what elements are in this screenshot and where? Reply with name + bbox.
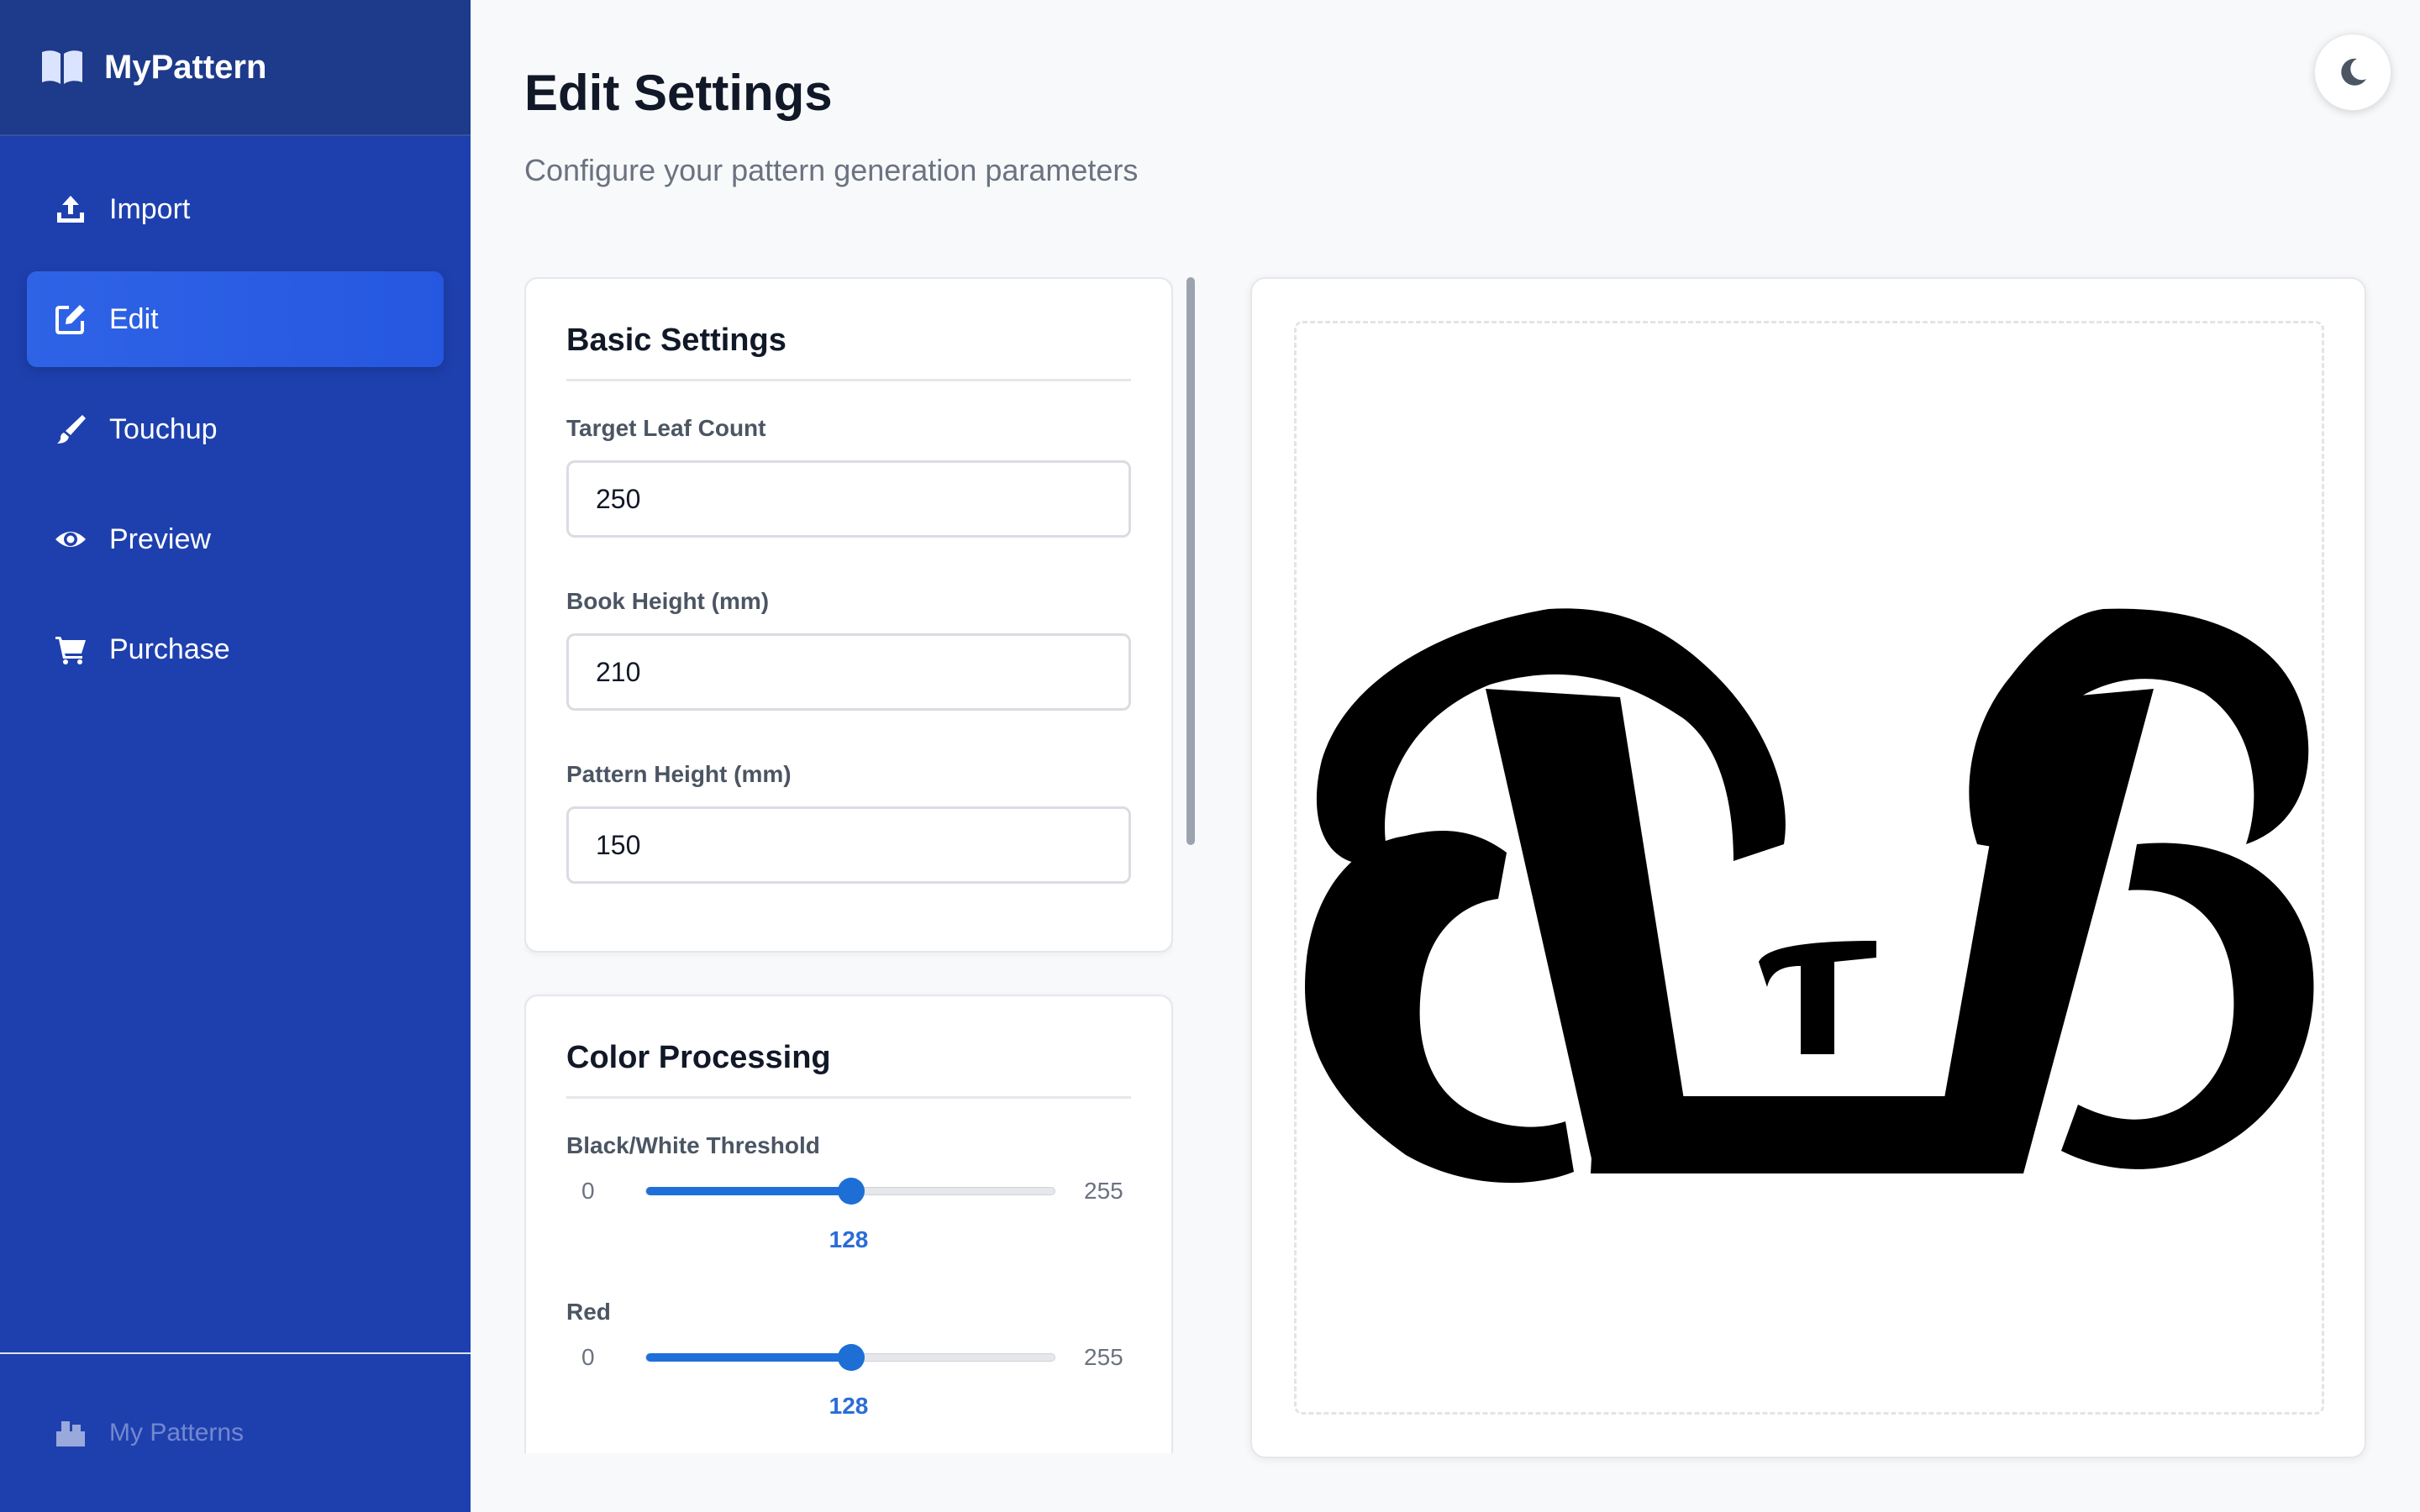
red-label: Red [566, 1299, 611, 1325]
threshold-slider-row: 0 255 [566, 1178, 1131, 1205]
basic-settings-card: Basic Settings Target Leaf Count Book He… [524, 277, 1173, 953]
open-book-icon [42, 50, 82, 84]
threshold-min: 0 [581, 1178, 595, 1204]
settings-panel[interactable]: Basic Settings Target Leaf Count Book He… [524, 277, 1173, 1453]
threshold-value: 128 [829, 1226, 869, 1252]
page-subtitle: Configure your pattern generation parame… [524, 153, 1139, 187]
threshold-slider-fill [646, 1187, 851, 1195]
settings-scrollbar[interactable] [1186, 277, 1195, 1453]
red-slider-fill [646, 1353, 851, 1362]
threshold-label: Black/White Threshold [566, 1132, 820, 1158]
theme-toggle-button[interactable] [2314, 34, 2391, 111]
red-min: 0 [581, 1344, 595, 1370]
threshold-slider[interactable] [645, 1178, 1055, 1205]
color-processing-title: Color Processing [566, 1040, 1131, 1099]
pattern-preview-card [1250, 277, 2366, 1458]
target-leaf-count-input[interactable] [566, 460, 1131, 538]
edit-icon [54, 302, 87, 336]
red-slider-row: 0 255 [566, 1344, 1131, 1371]
nav-item-touchup[interactable]: Touchup [27, 381, 444, 477]
red-slider-thumb[interactable] [837, 1344, 865, 1371]
book-height-input[interactable] [566, 633, 1131, 711]
moon-icon [2341, 58, 2366, 86]
nav-label-preview: Preview [109, 522, 211, 555]
nav-label-edit: Edit [109, 302, 159, 335]
my-patterns-label: My Patterns [109, 1419, 245, 1446]
nav-item-import[interactable]: Import [27, 161, 444, 257]
pattern-height-label: Pattern Height (mm) [566, 761, 792, 787]
color-processing-card: Color Processing Black/White Threshold 0… [524, 995, 1173, 1453]
brand[interactable]: MyPattern [0, 0, 471, 136]
threshold-slider-thumb[interactable] [837, 1178, 865, 1205]
pattern-preview-area[interactable] [1294, 321, 2324, 1415]
my-patterns-link[interactable]: My Patterns [0, 1352, 471, 1512]
nav-item-preview[interactable]: Preview [27, 491, 444, 587]
eye-icon [54, 522, 87, 556]
cart-icon [54, 633, 87, 666]
book-height-label: Book Height (mm) [566, 588, 770, 614]
sidebar: MyPattern Import Edit Touchup Preview Pu… [0, 0, 471, 1512]
pattern-height-input[interactable] [566, 806, 1131, 884]
red-slider[interactable] [645, 1344, 1055, 1371]
upload-icon [54, 192, 87, 226]
nav-label-purchase: Purchase [109, 633, 230, 665]
red-max: 255 [1084, 1344, 1123, 1370]
main-nav: Import Edit Touchup Preview Purchase [0, 136, 471, 697]
threshold-max: 255 [1084, 1178, 1123, 1204]
nav-item-purchase[interactable]: Purchase [27, 601, 444, 697]
red-value: 128 [829, 1393, 869, 1419]
basic-settings-title: Basic Settings [566, 323, 1131, 381]
nav-item-edit[interactable]: Edit [27, 271, 444, 367]
page-title: Edit Settings [524, 65, 833, 121]
nav-label-import: Import [109, 192, 191, 225]
settings-scrollbar-thumb[interactable] [1186, 277, 1195, 845]
target-leaf-count-label: Target Leaf Count [566, 415, 766, 441]
nav-label-touchup: Touchup [109, 412, 218, 445]
patterns-box-icon [54, 1416, 87, 1450]
app-title: MyPattern [104, 48, 267, 86]
monogram-preview-image [1305, 608, 2314, 1184]
brush-icon [54, 412, 87, 446]
